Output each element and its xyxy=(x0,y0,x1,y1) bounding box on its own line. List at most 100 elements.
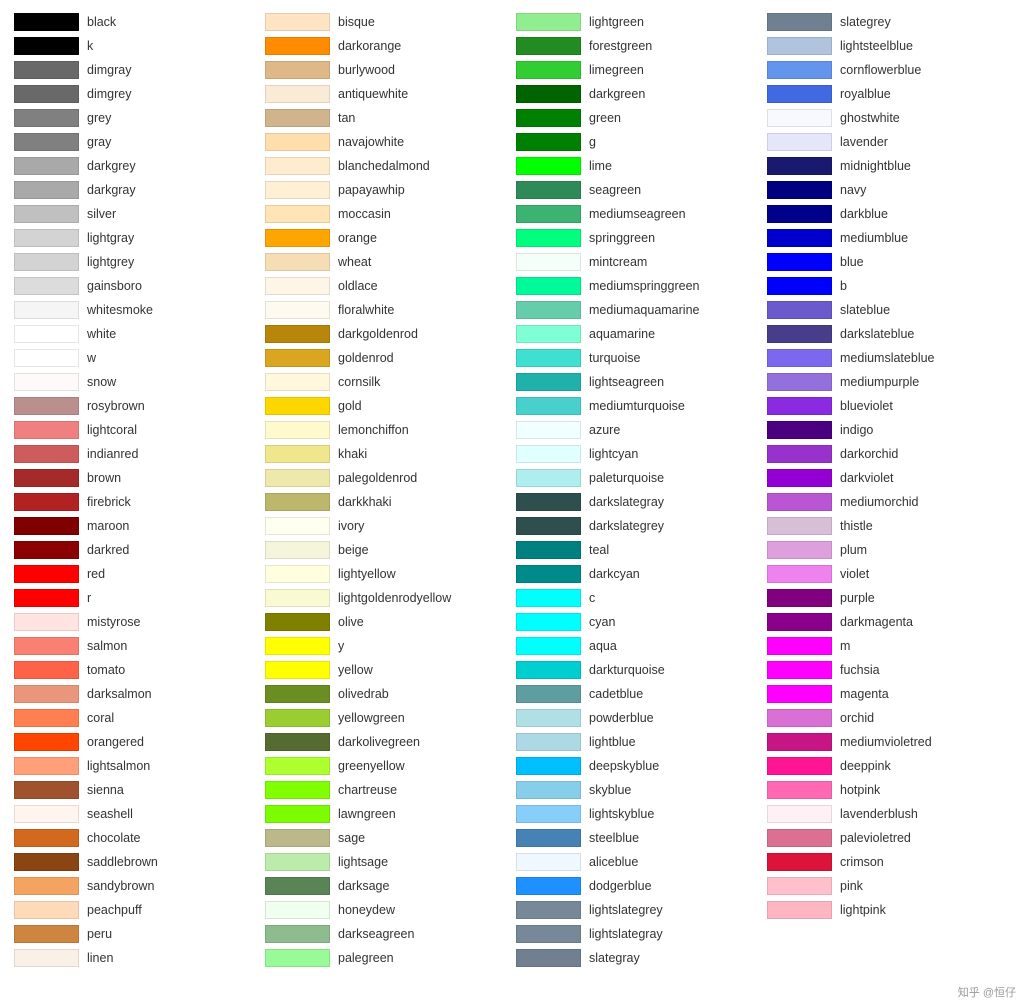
color-swatch xyxy=(14,925,79,943)
color-row: lightsteelblue xyxy=(763,34,1014,58)
color-swatch xyxy=(14,685,79,703)
color-name: peachpuff xyxy=(87,903,142,917)
color-row: springgreen xyxy=(512,226,763,250)
color-row: darkorange xyxy=(261,34,512,58)
color-swatch xyxy=(265,589,330,607)
color-name: orchid xyxy=(840,711,874,725)
color-name: blanchedalmond xyxy=(338,159,430,173)
color-swatch xyxy=(14,445,79,463)
color-name: green xyxy=(589,111,621,125)
color-row: khaki xyxy=(261,442,512,466)
color-row: olivedrab xyxy=(261,682,512,706)
color-name: paleturquoise xyxy=(589,471,664,485)
color-row: w xyxy=(10,346,261,370)
color-row: linen xyxy=(10,946,261,970)
color-swatch xyxy=(516,421,581,439)
color-swatch xyxy=(767,37,832,55)
color-row: sandybrown xyxy=(10,874,261,898)
color-name: dodgerblue xyxy=(589,879,652,893)
color-name: c xyxy=(589,591,595,605)
color-name: lightskyblue xyxy=(589,807,654,821)
color-row: firebrick xyxy=(10,490,261,514)
color-row: papayawhip xyxy=(261,178,512,202)
color-swatch xyxy=(265,157,330,175)
color-row: lightpink xyxy=(763,898,1014,922)
color-name: darkslateblue xyxy=(840,327,914,341)
color-row: fuchsia xyxy=(763,658,1014,682)
color-swatch xyxy=(767,805,832,823)
color-swatch xyxy=(265,13,330,31)
color-row: indigo xyxy=(763,418,1014,442)
color-row: grey xyxy=(10,106,261,130)
color-swatch xyxy=(516,733,581,751)
color-name: blue xyxy=(840,255,864,269)
color-swatch xyxy=(265,133,330,151)
color-name: white xyxy=(87,327,116,341)
color-swatch xyxy=(14,613,79,631)
color-swatch xyxy=(767,829,832,847)
color-row: burlywood xyxy=(261,58,512,82)
color-swatch xyxy=(14,397,79,415)
color-swatch xyxy=(516,469,581,487)
color-row: lime xyxy=(512,154,763,178)
color-name: cyan xyxy=(589,615,615,629)
color-row: goldenrod xyxy=(261,346,512,370)
color-name: papayawhip xyxy=(338,183,405,197)
color-swatch xyxy=(265,541,330,559)
color-swatch xyxy=(265,253,330,271)
color-swatch xyxy=(516,589,581,607)
color-name: slategrey xyxy=(840,15,891,29)
color-name: slategray xyxy=(589,951,640,965)
color-row: bisque xyxy=(261,10,512,34)
color-swatch xyxy=(14,349,79,367)
color-name: darkgoldenrod xyxy=(338,327,418,341)
color-name: mediumorchid xyxy=(840,495,919,509)
color-swatch xyxy=(516,37,581,55)
color-row: mediumaquamarine xyxy=(512,298,763,322)
color-swatch xyxy=(516,685,581,703)
color-name: darkorange xyxy=(338,39,401,53)
color-name: powderblue xyxy=(589,711,654,725)
color-row: paleturquoise xyxy=(512,466,763,490)
color-name: aquamarine xyxy=(589,327,655,341)
color-row: limegreen xyxy=(512,58,763,82)
color-name: lightslategrey xyxy=(589,903,663,917)
color-name: mediumblue xyxy=(840,231,908,245)
color-swatch xyxy=(265,469,330,487)
color-swatch xyxy=(14,325,79,343)
color-name: aliceblue xyxy=(589,855,638,869)
color-row: orange xyxy=(261,226,512,250)
color-row: midnightblue xyxy=(763,154,1014,178)
color-swatch xyxy=(767,277,832,295)
color-name: g xyxy=(589,135,596,149)
color-row: teal xyxy=(512,538,763,562)
color-row: orchid xyxy=(763,706,1014,730)
color-swatch xyxy=(767,781,832,799)
color-row: mediumspringgreen xyxy=(512,274,763,298)
color-name: sandybrown xyxy=(87,879,154,893)
color-name: grey xyxy=(87,111,111,125)
color-swatch xyxy=(767,541,832,559)
color-swatch xyxy=(516,205,581,223)
color-swatch xyxy=(265,829,330,847)
color-swatch xyxy=(265,109,330,127)
color-row: oldlace xyxy=(261,274,512,298)
color-row: darkmagenta xyxy=(763,610,1014,634)
color-swatch xyxy=(516,61,581,79)
color-swatch xyxy=(767,133,832,151)
color-row: gainsboro xyxy=(10,274,261,298)
color-row: dimgray xyxy=(10,58,261,82)
color-name: mediumspringgreen xyxy=(589,279,699,293)
color-row: m xyxy=(763,634,1014,658)
color-row: gray xyxy=(10,130,261,154)
color-swatch xyxy=(516,157,581,175)
color-name: slateblue xyxy=(840,303,890,317)
color-swatch xyxy=(516,541,581,559)
color-name: moccasin xyxy=(338,207,391,221)
column-1: bisquedarkorangeburlywoodantiquewhitetan… xyxy=(261,10,512,970)
color-name: darkseagreen xyxy=(338,927,414,941)
color-row: lavender xyxy=(763,130,1014,154)
color-swatch xyxy=(767,853,832,871)
color-row: yellow xyxy=(261,658,512,682)
color-row: blueviolet xyxy=(763,394,1014,418)
